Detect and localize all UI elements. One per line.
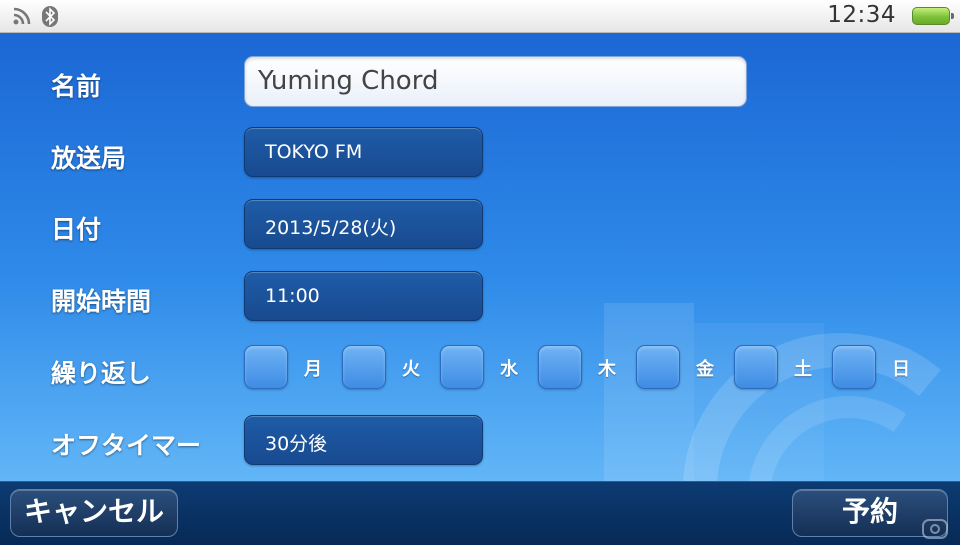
off-timer-select[interactable]: 30分後 <box>244 415 483 465</box>
bluetooth-icon <box>42 6 58 27</box>
day-label: 水 <box>500 359 518 380</box>
checkbox[interactable] <box>342 345 386 389</box>
checkbox[interactable] <box>440 345 484 389</box>
background-decoration <box>604 303 941 481</box>
checkbox[interactable] <box>832 345 876 389</box>
status-bar: 12:34 <box>0 0 960 33</box>
cancel-button[interactable]: キャンセル <box>10 489 178 537</box>
checkbox[interactable] <box>734 345 778 389</box>
day-label: 月 <box>304 359 322 380</box>
off-timer-label: オフタイマー <box>51 431 202 460</box>
bottom-bar: キャンセル 予約 <box>0 481 960 545</box>
wifi-icon <box>13 7 31 25</box>
date-label: 日付 <box>51 215 102 244</box>
battery-icon <box>912 7 954 25</box>
name-input[interactable]: Yuming Chord <box>244 56 747 107</box>
day-label: 火 <box>402 359 420 380</box>
day-label: 木 <box>598 359 616 380</box>
checkbox[interactable] <box>538 345 582 389</box>
station-select[interactable]: TOKYO FM <box>244 127 483 177</box>
start-time-select[interactable]: 11:00 <box>244 271 483 321</box>
day-label: 土 <box>794 359 812 380</box>
station-label: 放送局 <box>51 144 127 173</box>
day-label: 日 <box>892 359 910 380</box>
clock: 12:34 <box>827 2 896 28</box>
start-time-label: 開始時間 <box>51 287 152 316</box>
watermark-logo <box>922 519 948 539</box>
repeat-label: 繰り返し <box>51 359 152 388</box>
checkbox[interactable] <box>244 345 288 389</box>
checkbox[interactable] <box>636 345 680 389</box>
date-select[interactable]: 2013/5/28(火) <box>244 199 483 249</box>
name-label: 名前 <box>51 72 102 101</box>
main-panel: 名前 Yuming Chord 放送局 TOKYO FM 日付 2013/5/2… <box>0 33 960 481</box>
day-label: 金 <box>696 359 714 380</box>
